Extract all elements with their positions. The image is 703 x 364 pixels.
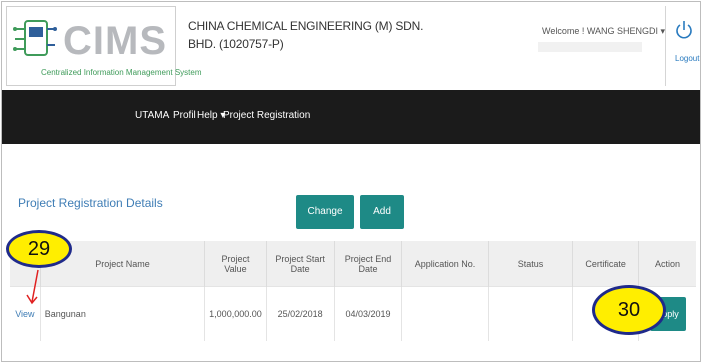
project-table: Project Name Project Value Project Start… [10,241,696,341]
header-divider [665,6,666,86]
col-header-action: Action [638,241,696,287]
circuit-logo-icon [13,20,57,56]
cims-logo[interactable]: CIMS Centralized Information Management … [6,6,202,86]
add-project-button[interactable]: Add Project [360,195,404,251]
nav-help[interactable]: Help ▾ [197,110,225,121]
view-link[interactable]: View [15,309,34,319]
header: CIMS Centralized Information Management … [2,2,700,90]
nav-utama[interactable]: UTAMA [135,110,169,121]
status-cell [488,286,574,341]
annotation-callout-29: 29 [6,230,72,268]
main-navbar: UTAMA Profil Help ▾ Project Registration [2,90,700,144]
power-icon[interactable] [676,20,692,42]
col-header-certificate: Certificate [572,241,639,287]
page-title: Project Registration Details [18,196,163,210]
logo-wordmark: CIMS [63,19,167,63]
company-name: CHINA CHEMICAL ENGINEERING (M) SDN. BHD.… [188,19,424,51]
application-no-cell [401,286,489,341]
nav-project-registration[interactable]: Project Registration [223,110,310,121]
project-value-cell: 1,000,000.00 [204,286,267,341]
col-header-application-no: Application No. [401,241,489,287]
col-header-end-date: Project End Date [334,241,403,287]
logout-link[interactable]: Logout [675,54,699,63]
end-date-cell: 04/03/2019 [334,286,403,341]
red-arrow-icon [26,269,39,305]
logo-subtitle: Centralized Information Management Syste… [41,68,202,77]
table-header-row: Project Name Project Value Project Start… [10,241,696,287]
project-name-cell: Bangunan [40,286,206,341]
col-header-status: Status [488,241,574,287]
start-date-cell: 25/02/2018 [266,286,335,341]
nav-profil[interactable]: Profil [173,110,196,121]
app-window: CIMS Centralized Information Management … [1,1,701,362]
change-technical-button[interactable]: Change Technical [296,195,354,251]
col-header-project-value: Project Value [204,241,267,287]
user-menu[interactable]: Welcome ! WANG SHENGDI ▾ [542,26,665,37]
annotation-callout-30: 30 [592,285,666,335]
user-menu-underline [538,42,642,52]
col-header-start-date: Project Start Date [266,241,335,287]
